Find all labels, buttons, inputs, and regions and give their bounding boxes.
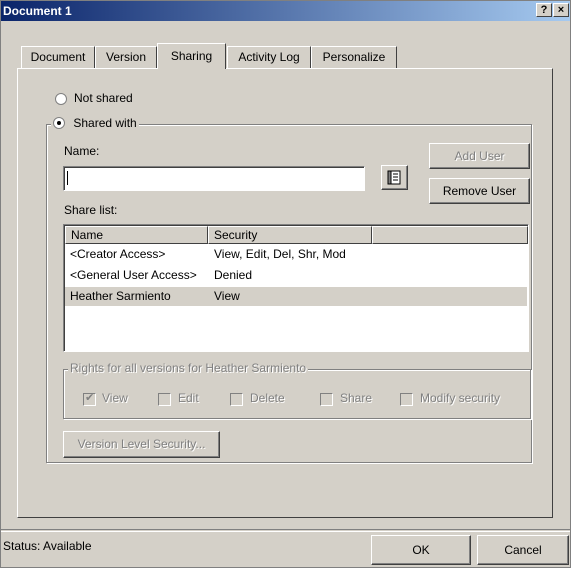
status-text: Status: Available <box>3 539 92 553</box>
add-user-button[interactable]: Add User <box>429 143 530 169</box>
rights-legend: Rights for all versions for Heather Sarm… <box>68 361 309 375</box>
shared-with-label[interactable]: Shared with <box>73 116 136 130</box>
delete-label: Delete <box>250 391 285 405</box>
share-checkbox[interactable] <box>320 393 333 406</box>
dialog-window: Document 1 ? × Document Version Sharing … <box>0 0 571 568</box>
name-label: Name: <box>64 144 100 158</box>
version-level-security-button[interactable]: Version Level Security... <box>63 431 220 458</box>
ok-button[interactable]: OK <box>371 535 471 565</box>
row-name: Heather Sarmiento <box>70 289 171 303</box>
modify-security-label: Modify security <box>420 391 501 405</box>
row-security: View, Edit, Del, Shr, Mod <box>214 247 346 261</box>
view-label: View <box>102 391 128 405</box>
address-book-icon <box>387 170 401 185</box>
delete-checkbox[interactable] <box>230 393 243 406</box>
not-shared-radio[interactable] <box>55 93 67 105</box>
shared-with-radio[interactable] <box>53 117 65 129</box>
tab-activity-log[interactable]: Activity Log <box>227 46 311 68</box>
edit-checkbox[interactable] <box>158 393 171 406</box>
column-header-security[interactable]: Security <box>208 226 372 244</box>
view-checkbox[interactable]: ✔ <box>83 392 96 406</box>
table-row-selected[interactable]: Heather Sarmiento View <box>65 287 527 306</box>
status-divider <box>1 529 570 532</box>
row-security: View <box>214 289 240 303</box>
tab-document[interactable]: Document <box>21 46 95 68</box>
table-row[interactable]: <General User Access> Denied <box>65 266 527 285</box>
close-button[interactable]: × <box>553 3 569 17</box>
cancel-button[interactable]: Cancel <box>477 535 569 565</box>
not-shared-label[interactable]: Not shared <box>74 91 133 105</box>
sharing-panel: Not shared Shared with Name: Add User Re… <box>17 68 553 518</box>
address-book-button[interactable] <box>381 165 408 190</box>
tab-version[interactable]: Version <box>95 46 157 68</box>
shared-with-legend: Shared with <box>51 115 139 130</box>
edit-label: Edit <box>178 391 199 405</box>
tab-sharing[interactable]: Sharing <box>157 43 226 69</box>
table-row[interactable]: <Creator Access> View, Edit, Del, Shr, M… <box>65 245 527 264</box>
help-button[interactable]: ? <box>536 3 552 17</box>
share-list-label: Share list: <box>64 203 118 217</box>
name-input[interactable] <box>63 166 365 191</box>
remove-user-button[interactable]: Remove User <box>429 178 530 204</box>
title-bar[interactable]: Document 1 ? × <box>1 1 570 21</box>
row-name: <General User Access> <box>70 268 197 282</box>
tab-personalize[interactable]: Personalize <box>311 46 397 68</box>
column-header-name[interactable]: Name <box>65 226 208 244</box>
window-title: Document 1 <box>3 4 72 18</box>
share-list[interactable]: Name Security <Creator Access> View, Edi… <box>63 224 529 352</box>
modify-security-checkbox[interactable] <box>400 393 413 406</box>
share-label: Share <box>340 391 373 405</box>
row-security: Denied <box>214 268 253 282</box>
column-header-empty[interactable] <box>372 226 528 244</box>
row-name: <Creator Access> <box>70 247 166 261</box>
